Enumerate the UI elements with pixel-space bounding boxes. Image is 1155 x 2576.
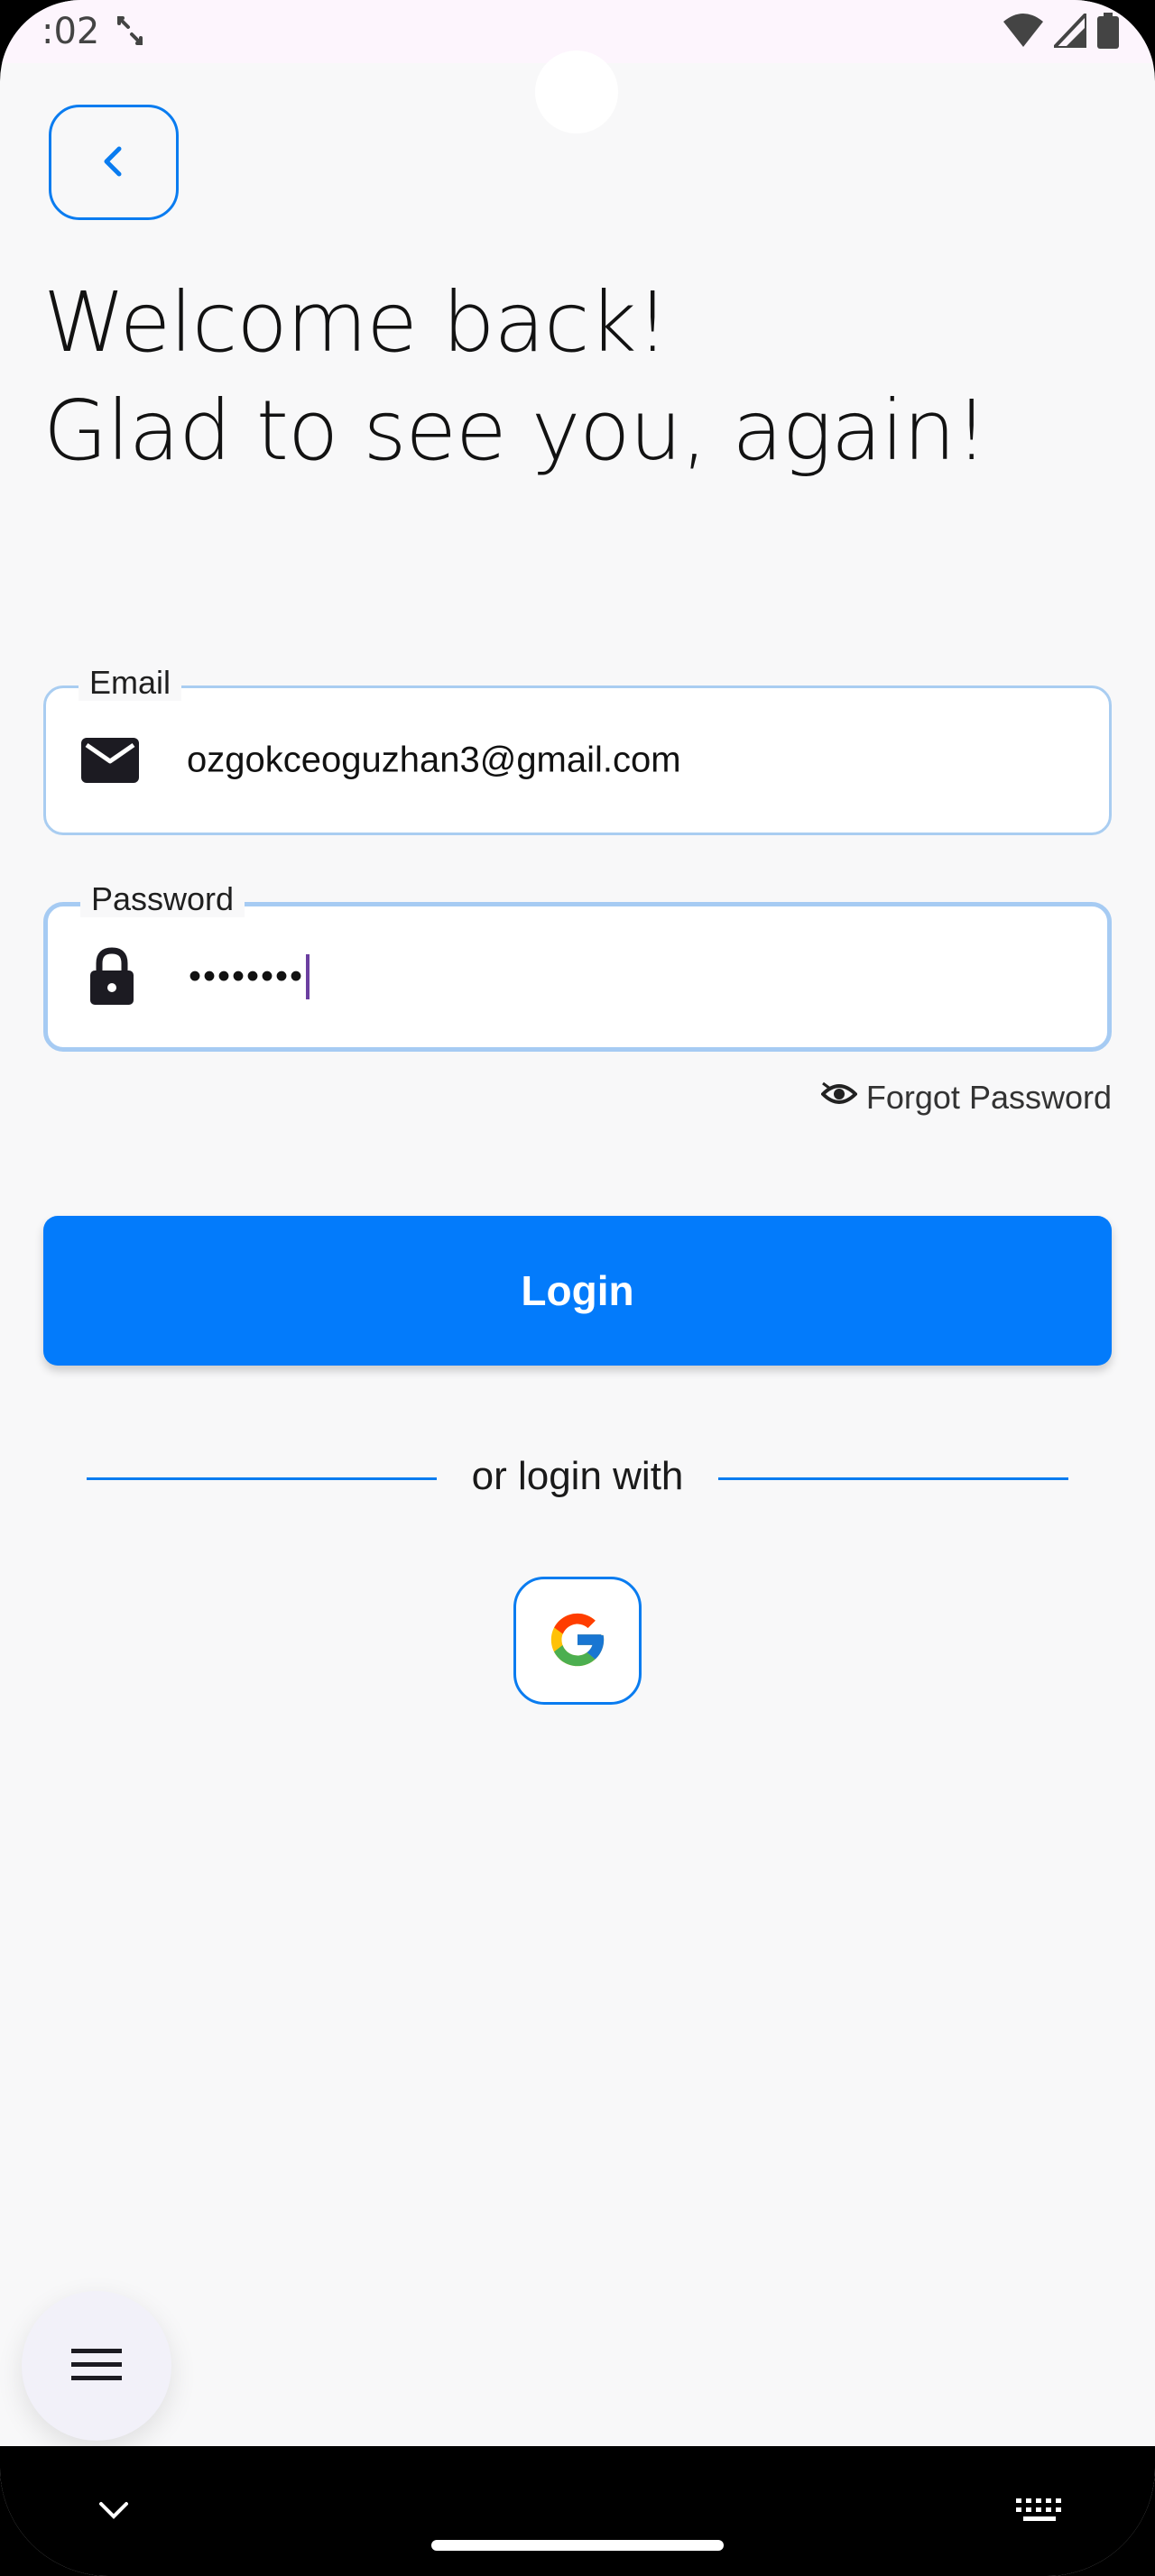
email-field[interactable]: Email ozgokceoguzhan3@gmail.com [43,665,1112,835]
status-time: :02 [42,11,100,52]
menu-fab[interactable] [22,2291,171,2441]
login-button[interactable]: Login [43,1216,1112,1366]
status-icons [1003,8,1119,53]
divider-text: or login with [471,1454,684,1498]
login-screen: :02 Welcome back! Glad to see you, again… [0,0,1155,2576]
menu-icon [71,2347,122,2386]
mail-icon [80,731,140,790]
keyboard-icon[interactable] [1016,2498,1063,2528]
password-dots: •••••••• [189,956,305,997]
forgot-password-label: Forgot Password [865,1079,1112,1116]
front-camera [535,51,618,133]
back-button[interactable] [49,105,179,220]
home-indicator[interactable] [431,2540,724,2551]
chevron-down-icon[interactable] [97,2500,130,2526]
chevron-left-icon [97,143,130,182]
forgot-password-link[interactable]: Forgot Password [820,1079,1112,1117]
eye-icon [820,1079,858,1117]
battery-icon [1097,13,1119,53]
email-label: Email [79,665,182,701]
password-label: Password [80,881,245,917]
email-value: ozgokceoguzhan3@gmail.com [187,740,681,780]
google-icon [546,1608,609,1674]
google-login-button[interactable] [513,1577,642,1705]
title-line-2: Glad to see you, again! [43,382,988,479]
divider-right [718,1477,1068,1480]
screen-rotate-icon [116,14,144,47]
password-field[interactable]: Password •••••••• [43,881,1112,1052]
page-title: Welcome back! Glad to see you, again! [43,269,1117,485]
wifi-icon [1003,13,1043,53]
system-nav-bar [0,2446,1155,2576]
title-line-1: Welcome back! [43,274,670,371]
text-cursor [306,954,310,999]
password-value: •••••••• [189,954,310,999]
cell-signal-icon [1049,8,1088,52]
lock-icon [82,947,142,1007]
